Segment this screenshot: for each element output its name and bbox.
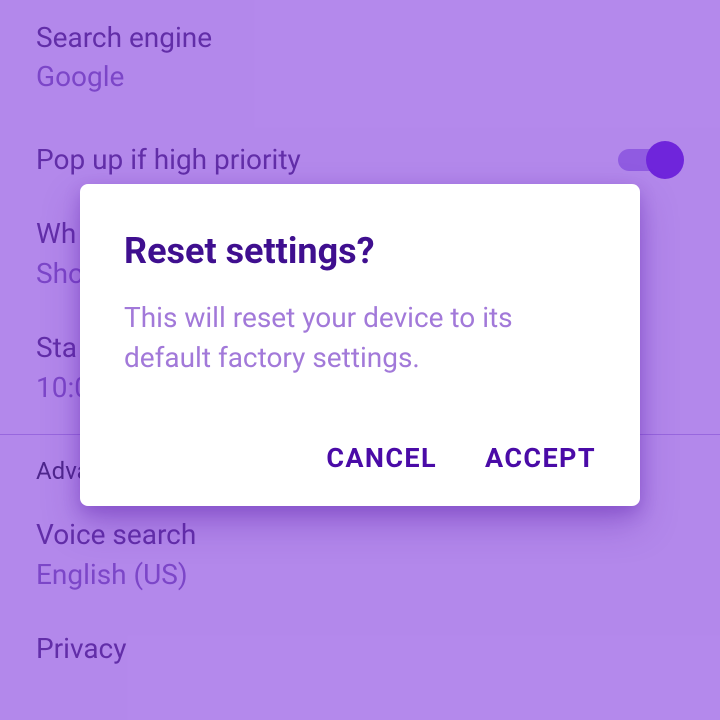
reset-settings-dialog: Reset settings? This will reset your dev…	[80, 184, 640, 506]
dialog-title: Reset settings?	[124, 230, 596, 272]
dialog-actions: CANCEL ACCEPT	[124, 442, 596, 474]
cancel-button[interactable]: CANCEL	[326, 442, 437, 474]
dialog-body: This will reset your device to its defau…	[124, 298, 596, 378]
accept-button[interactable]: ACCEPT	[485, 442, 596, 474]
